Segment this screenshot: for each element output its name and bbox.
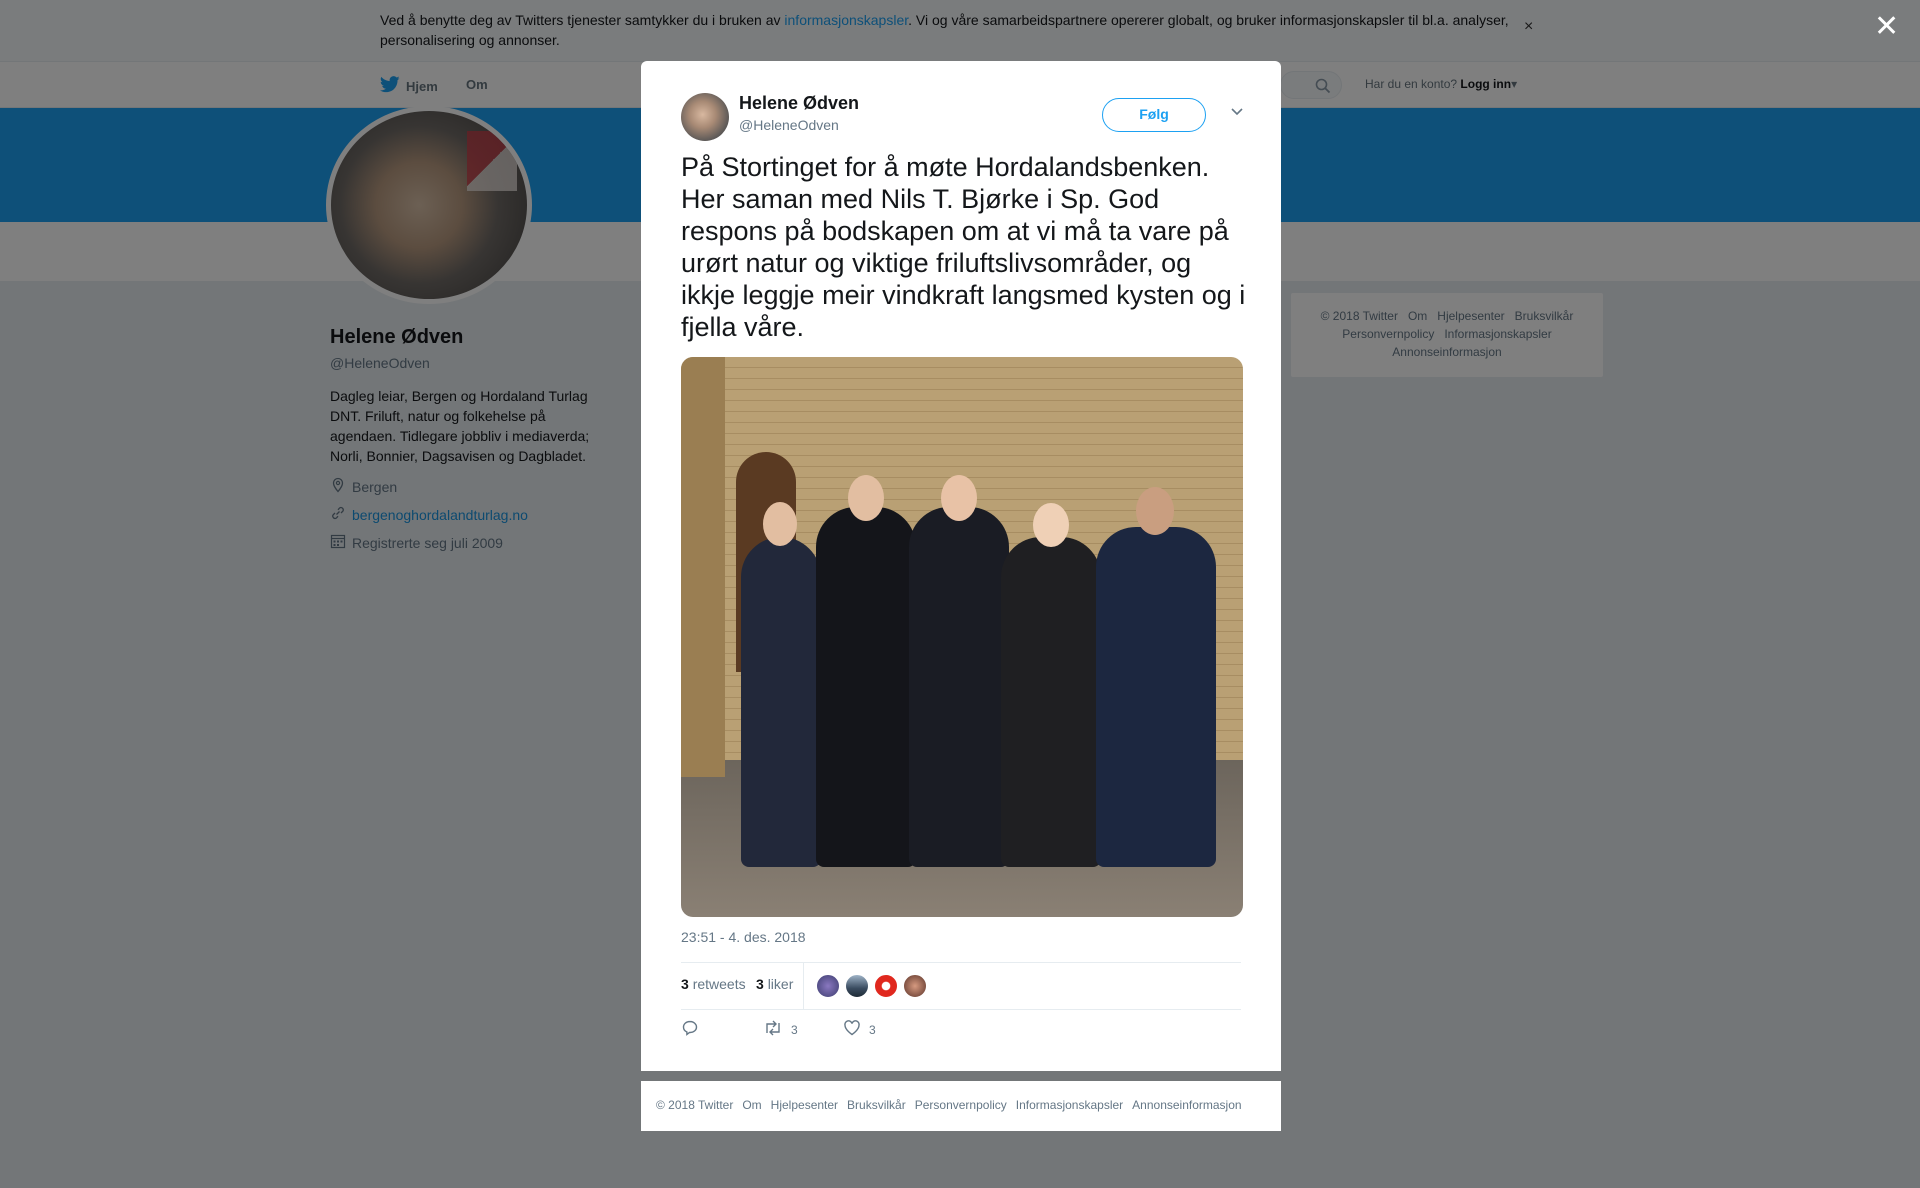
liker-avatar[interactable] xyxy=(845,974,869,998)
likes-count: 3 xyxy=(756,976,764,992)
retweet-icon xyxy=(763,1019,783,1040)
reply-button[interactable] xyxy=(681,1019,699,1040)
close-icon[interactable]: ✕ xyxy=(1874,12,1899,42)
footer-link-help[interactable]: Hjelpesenter xyxy=(771,1098,838,1112)
retweets-count: 3 xyxy=(681,976,689,992)
retweets-label: retweets xyxy=(692,976,746,992)
footer-link-about[interactable]: Om xyxy=(742,1098,761,1112)
tweet-photo[interactable] xyxy=(681,357,1243,917)
reply-icon xyxy=(681,1019,699,1040)
heart-icon xyxy=(843,1019,861,1040)
retweets-stat[interactable]: 3 retweets xyxy=(681,976,746,992)
tweet-timestamp[interactable]: 23:51 - 4. des. 2018 xyxy=(681,929,806,945)
liker-avatar[interactable] xyxy=(874,974,898,998)
tweet-modal: Helene Ødven @HeleneOdven Følg På Storti… xyxy=(641,61,1281,1071)
author-handle[interactable]: @HeleneOdven xyxy=(739,117,839,133)
footer-copyright: © 2018 Twitter xyxy=(656,1098,734,1112)
tweet-actions: 3 3 xyxy=(681,1019,1241,1049)
like-button[interactable]: 3 xyxy=(843,1019,876,1040)
footer-link-ads[interactable]: Annonseinformasjon xyxy=(1132,1098,1241,1112)
footer-link-terms[interactable]: Bruksvilkår xyxy=(847,1098,906,1112)
modal-footer: © 2018 Twitter Om Hjelpesenter Bruksvilkår P… xyxy=(641,1081,1281,1131)
follow-button[interactable]: Følg xyxy=(1102,98,1206,132)
tweet-text: På Stortinget for å møte Hordalandsbenke… xyxy=(681,152,1246,342)
footer-link-cookies[interactable]: Informasjonskapsler xyxy=(1016,1098,1123,1112)
likes-stat[interactable]: 3 liker xyxy=(756,976,793,992)
chevron-down-icon[interactable] xyxy=(1229,103,1245,124)
footer-link-privacy[interactable]: Personvernpolicy xyxy=(915,1098,1007,1112)
author-name[interactable]: Helene Ødven xyxy=(739,93,859,114)
liker-avatar[interactable] xyxy=(816,974,840,998)
tweet-stats: 3 retweets 3 liker xyxy=(681,962,1241,1010)
retweet-count: 3 xyxy=(791,1022,798,1037)
liker-avatar[interactable] xyxy=(903,974,927,998)
retweet-button[interactable]: 3 xyxy=(763,1019,798,1040)
like-count: 3 xyxy=(869,1022,876,1037)
likes-label: liker xyxy=(767,976,794,992)
author-avatar[interactable] xyxy=(681,93,729,141)
stats-divider xyxy=(803,963,804,1009)
